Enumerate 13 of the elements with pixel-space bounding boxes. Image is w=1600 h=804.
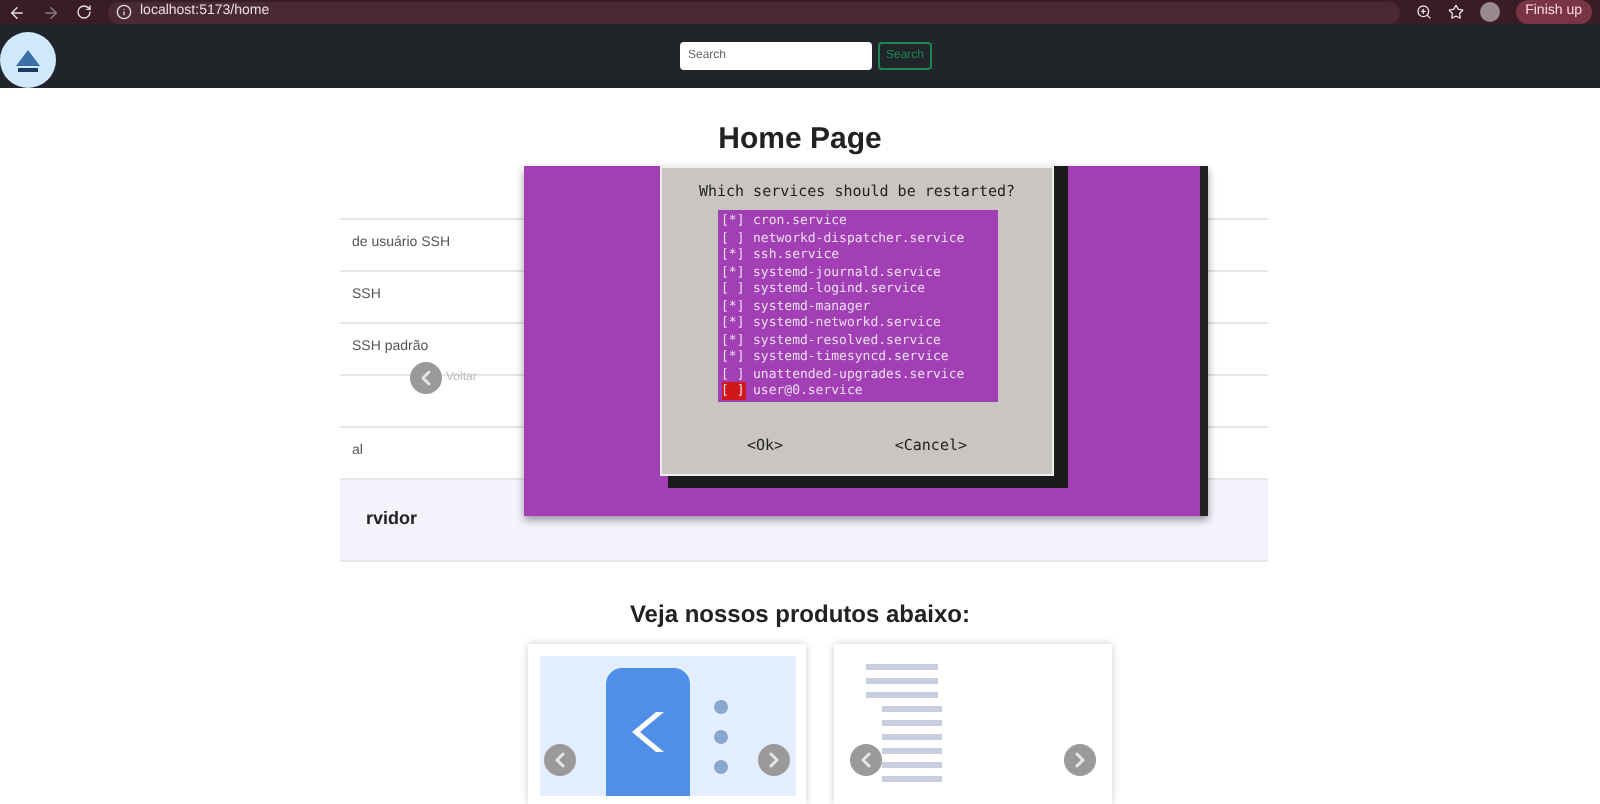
zoom-icon[interactable] [1415,4,1432,21]
star-icon[interactable] [1447,4,1464,21]
products-heading: Veja nossos produtos abaixo: [627,598,973,632]
chevron-logo-icon [632,712,664,752]
info-icon [116,4,132,21]
section-heading: rvidor [366,506,418,533]
logo-icon[interactable] [0,32,56,89]
forward-icon[interactable] [42,3,60,22]
page-title: Home Page [716,120,884,161]
reload-icon[interactable] [76,4,92,21]
previous-icon[interactable] [410,362,442,394]
avatar-icon[interactable] [1479,2,1500,23]
back-icon[interactable] [8,3,26,22]
